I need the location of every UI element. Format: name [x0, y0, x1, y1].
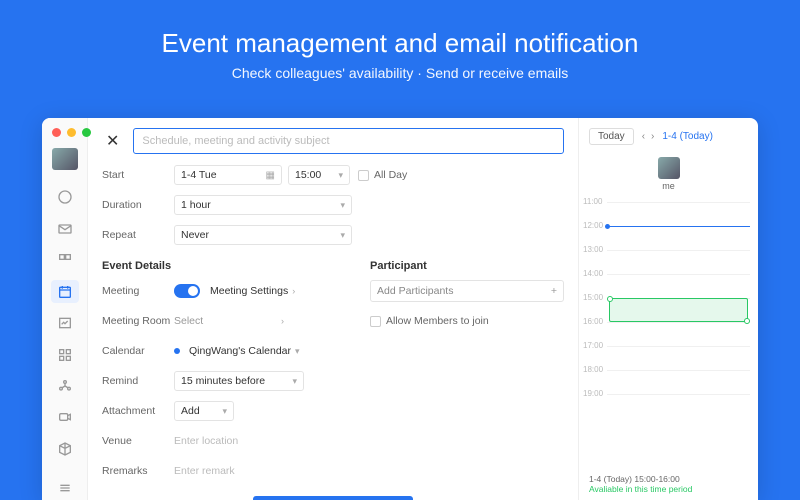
allday-checkbox[interactable]: [358, 170, 369, 181]
hour-label: 14:00: [583, 269, 603, 278]
hero-title: Event management and email notification: [0, 28, 800, 59]
next-day-button[interactable]: ›: [651, 131, 654, 142]
remind-select[interactable]: 15 minutes before▾: [174, 371, 304, 391]
duration-label: Duration: [102, 199, 174, 211]
nav-apps-icon[interactable]: [51, 343, 79, 366]
hour-label: 11:00: [583, 197, 602, 206]
venue-input[interactable]: [174, 432, 352, 451]
meeting-label: Meeting: [102, 285, 174, 297]
repeat-label: Repeat: [102, 229, 174, 241]
event-block[interactable]: [609, 298, 748, 322]
nav-mail-icon[interactable]: [51, 217, 79, 240]
meeting-settings-link[interactable]: Meeting Settings›: [210, 285, 295, 297]
chevron-down-icon: ▾: [292, 376, 297, 387]
nav-docs-icon[interactable]: [51, 249, 79, 272]
minimize-window-icon[interactable]: [67, 128, 76, 137]
start-time-picker[interactable]: 15:00▾: [288, 165, 350, 185]
resize-handle-top[interactable]: [607, 296, 613, 302]
maximize-window-icon[interactable]: [82, 128, 91, 137]
now-indicator: [605, 224, 610, 229]
footer-status: Avaliable in this time period: [589, 484, 748, 494]
hour-label: 18:00: [583, 365, 603, 374]
nav-video-icon[interactable]: [51, 406, 79, 429]
chevron-down-icon: ▾: [338, 170, 343, 181]
participant-column: me: [579, 157, 758, 191]
start-label: Start: [102, 169, 174, 181]
close-form-button[interactable]: ✕: [102, 129, 123, 153]
hour-label: 17:00: [583, 341, 603, 350]
app-window: ✕ Start 1-4 Tue▦ 15:00▾ All Day Duration…: [42, 118, 758, 500]
chevron-down-icon: ▾: [340, 230, 345, 241]
hour-label: 13:00: [583, 245, 603, 254]
attachment-button[interactable]: Add▾: [174, 401, 234, 421]
footer-time: 1-4 (Today) 15:00-16:00: [589, 474, 748, 484]
remarks-input[interactable]: [174, 462, 352, 481]
hour-label: 19:00: [583, 389, 603, 398]
room-select[interactable]: Select›: [174, 315, 284, 327]
sidebar: [42, 118, 88, 500]
event-details-title: Event Details: [102, 260, 352, 272]
participant-avatar: [658, 157, 680, 179]
availability-footer: 1-4 (Today) 15:00-16:00 Avaliable in thi…: [589, 474, 748, 494]
chevron-right-icon: ›: [292, 286, 295, 296]
close-window-icon[interactable]: [52, 128, 61, 137]
hero-subtitle: Check colleagues' availability · Send or…: [0, 65, 800, 81]
nav-cube-icon[interactable]: [51, 437, 79, 460]
room-label: Meeting Room: [102, 315, 174, 327]
meeting-toggle[interactable]: [174, 284, 200, 298]
chevron-down-icon: ▾: [222, 406, 227, 417]
add-participants-button[interactable]: Add Participants+: [370, 280, 564, 302]
chevron-down-icon: ▾: [295, 346, 300, 357]
participant-title: Participant: [370, 260, 564, 272]
nav-chat-icon[interactable]: [51, 186, 79, 209]
chevron-down-icon: ▾: [340, 200, 345, 211]
resize-handle-bottom[interactable]: [744, 318, 750, 324]
prev-day-button[interactable]: ‹: [642, 131, 645, 142]
subject-input[interactable]: [133, 128, 564, 154]
duration-select[interactable]: 1 hour▾: [174, 195, 352, 215]
hour-label: 16:00: [583, 317, 603, 326]
allday-label: All Day: [374, 169, 407, 181]
today-button[interactable]: Today: [589, 128, 634, 145]
current-date-label: 1-4 (Today): [662, 131, 713, 142]
nav-calendar-icon[interactable]: [51, 280, 79, 303]
hour-label: 15:00: [583, 293, 603, 302]
event-form: ✕ Start 1-4 Tue▦ 15:00▾ All Day Duration…: [88, 118, 578, 500]
calendar-select[interactable]: QingWang's Calendar▾: [174, 345, 300, 357]
remarks-label: Rremarks: [102, 465, 174, 477]
save-button[interactable]: Save: [253, 496, 413, 500]
hour-label: 12:00: [583, 221, 603, 230]
participant-name: me: [579, 181, 758, 191]
chevron-right-icon: ›: [281, 316, 284, 326]
nav-org-icon[interactable]: [51, 374, 79, 397]
user-avatar[interactable]: [52, 148, 78, 170]
availability-panel: Today ‹ › 1-4 (Today) me 11:00 12:00 13:…: [578, 118, 758, 500]
plus-icon: +: [551, 285, 557, 297]
nav-analytics-icon[interactable]: [51, 311, 79, 334]
attachment-label: Attachment: [102, 405, 174, 417]
allow-members-checkbox[interactable]: [370, 316, 381, 327]
calendar-label: Calendar: [102, 345, 174, 357]
timeline[interactable]: 11:00 12:00 13:00 14:00 15:00 16:00 17:0…: [579, 197, 758, 427]
nav-menu-icon[interactable]: [51, 477, 79, 500]
start-date-picker[interactable]: 1-4 Tue▦: [174, 165, 282, 185]
allow-members-label: Allow Members to join: [386, 315, 489, 327]
calendar-icon: ▦: [266, 170, 275, 181]
calendar-color-dot: [174, 348, 180, 354]
remind-label: Remind: [102, 375, 174, 387]
venue-label: Venue: [102, 435, 174, 447]
repeat-select[interactable]: Never▾: [174, 225, 352, 245]
window-controls: [52, 128, 91, 137]
